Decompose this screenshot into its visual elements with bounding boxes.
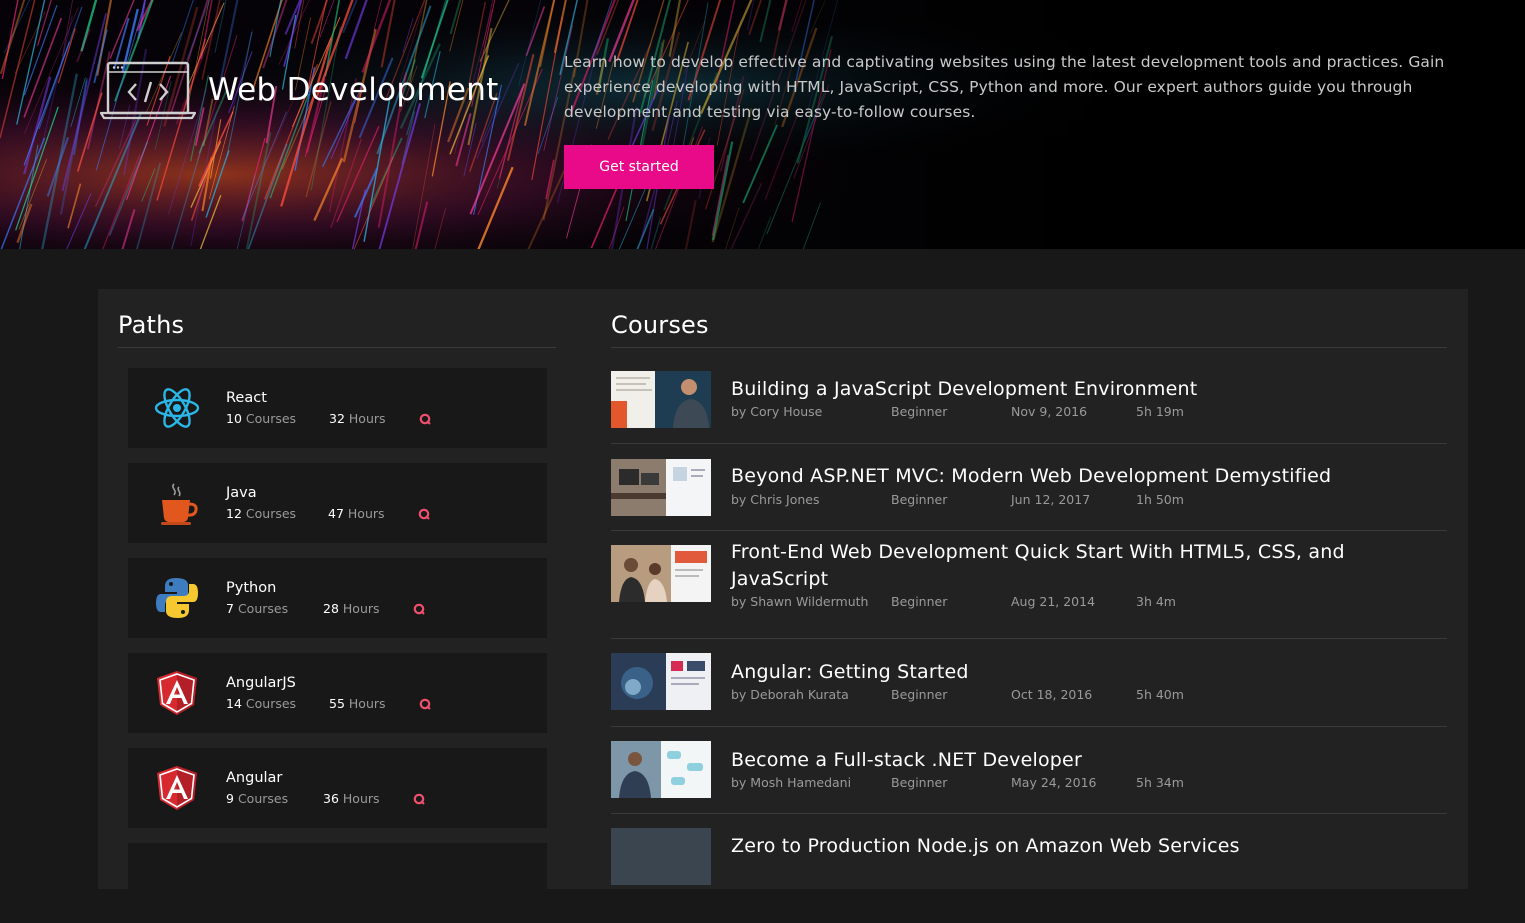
course-author[interactable]: by Mosh Hamedani bbox=[731, 775, 891, 790]
course-level: Beginner bbox=[891, 404, 948, 419]
course-level: Beginner bbox=[891, 687, 948, 702]
course-duration: 3h 4m bbox=[1136, 594, 1176, 609]
courses-heading: Courses bbox=[611, 311, 709, 339]
path-course-count: 9 bbox=[226, 791, 234, 806]
course-row[interactable]: Beyond ASP.NET MVC: Modern Web Developme… bbox=[611, 444, 1447, 531]
path-card-react[interactable]: React 10 Courses 32 Hours bbox=[128, 368, 547, 448]
course-row[interactable]: Zero to Production Node.js on Amazon Web… bbox=[611, 814, 1447, 894]
course-thumbnail[interactable] bbox=[611, 459, 711, 516]
path-name: React bbox=[226, 390, 267, 406]
course-author[interactable]: by Cory House bbox=[731, 404, 891, 419]
get-started-button[interactable]: Get started bbox=[564, 145, 714, 189]
path-course-count: 14 bbox=[226, 696, 242, 711]
path-name: Angular bbox=[226, 770, 283, 786]
hero-description: Learn how to develop effective and capti… bbox=[564, 53, 1445, 121]
course-title[interactable]: Angular: Getting Started bbox=[731, 659, 1391, 686]
course-level: Beginner bbox=[891, 775, 948, 790]
course-row[interactable]: Become a Full-stack .NET Developer by Mo… bbox=[611, 727, 1447, 814]
course-author[interactable]: by Deborah Kurata bbox=[731, 687, 891, 702]
course-author[interactable]: by Chris Jones bbox=[731, 492, 891, 507]
skill-iq-icon bbox=[413, 603, 425, 615]
course-row[interactable]: Building a JavaScript Development Enviro… bbox=[611, 347, 1447, 444]
skill-iq-icon bbox=[413, 793, 425, 805]
hero-brand: Web Development bbox=[100, 60, 499, 120]
course-level: Beginner bbox=[891, 594, 948, 609]
course-thumbnail[interactable] bbox=[611, 371, 711, 428]
path-course-count: 7 bbox=[226, 601, 234, 616]
path-hours: 36 bbox=[323, 791, 339, 806]
path-hours: 28 bbox=[323, 601, 339, 616]
course-thumbnail[interactable] bbox=[611, 653, 711, 710]
course-thumbnail[interactable] bbox=[611, 741, 711, 798]
paths-divider bbox=[118, 347, 556, 348]
course-duration: 5h 40m bbox=[1136, 687, 1184, 702]
path-course-count: 12 bbox=[226, 506, 242, 521]
course-author[interactable]: by Shawn Wildermuth bbox=[731, 594, 891, 609]
course-row[interactable]: Front-End Web Development Quick Start Wi… bbox=[611, 531, 1447, 639]
page-title: Web Development bbox=[208, 72, 499, 108]
angular-icon bbox=[157, 766, 197, 810]
angular-icon bbox=[157, 671, 197, 715]
path-card-python[interactable]: Python 7 Courses 28 Hours bbox=[128, 558, 547, 638]
path-hours: 47 bbox=[328, 506, 344, 521]
course-date: Oct 18, 2016 bbox=[1011, 687, 1093, 702]
path-name: AngularJS bbox=[226, 675, 296, 691]
course-date: Nov 9, 2016 bbox=[1011, 404, 1088, 419]
skill-iq-icon bbox=[418, 508, 430, 520]
path-card-angularjs[interactable]: AngularJS 14 Courses 55 Hours bbox=[128, 653, 547, 733]
course-thumbnail[interactable] bbox=[611, 828, 711, 885]
course-duration: 1h 50m bbox=[1136, 492, 1184, 507]
hero-banner: Web Development Learn how to develop eff… bbox=[0, 0, 1525, 249]
path-hours: 32 bbox=[329, 411, 345, 426]
course-thumbnail[interactable] bbox=[611, 545, 711, 602]
skill-iq-icon bbox=[419, 698, 431, 710]
course-title[interactable]: Beyond ASP.NET MVC: Modern Web Developme… bbox=[731, 463, 1391, 490]
course-title[interactable]: Zero to Production Node.js on Amazon Web… bbox=[731, 833, 1391, 860]
paths-heading: Paths bbox=[118, 311, 185, 339]
path-card-java[interactable]: Java 12 Courses 47 Hours bbox=[128, 463, 547, 543]
course-title[interactable]: Front-End Web Development Quick Start Wi… bbox=[731, 539, 1391, 593]
path-name: Python bbox=[226, 580, 277, 596]
course-duration: 5h 19m bbox=[1136, 404, 1184, 419]
course-date: Aug 21, 2014 bbox=[1011, 594, 1096, 609]
course-duration: 5h 34m bbox=[1136, 775, 1184, 790]
course-title[interactable]: Building a JavaScript Development Enviro… bbox=[731, 376, 1391, 403]
python-icon bbox=[156, 578, 198, 618]
path-card-angular[interactable]: Angular 9 Courses 36 Hours bbox=[128, 748, 547, 828]
java-icon bbox=[161, 483, 198, 525]
react-icon bbox=[154, 388, 200, 428]
code-monitor-icon bbox=[100, 61, 196, 120]
course-level: Beginner bbox=[891, 492, 948, 507]
path-card-partial[interactable] bbox=[128, 843, 547, 923]
skill-iq-icon bbox=[419, 413, 431, 425]
content-panel: Paths React 10 Courses 32 Hours Java 12 … bbox=[98, 289, 1468, 923]
course-date: Jun 12, 2017 bbox=[1011, 492, 1091, 507]
course-date: May 24, 2016 bbox=[1011, 775, 1097, 790]
path-name: Java bbox=[226, 485, 257, 501]
path-hours: 55 bbox=[329, 696, 345, 711]
course-title[interactable]: Become a Full-stack .NET Developer bbox=[731, 747, 1391, 774]
course-row[interactable]: Angular: Getting Started by Deborah Kura… bbox=[611, 639, 1447, 727]
path-course-count: 10 bbox=[226, 411, 242, 426]
